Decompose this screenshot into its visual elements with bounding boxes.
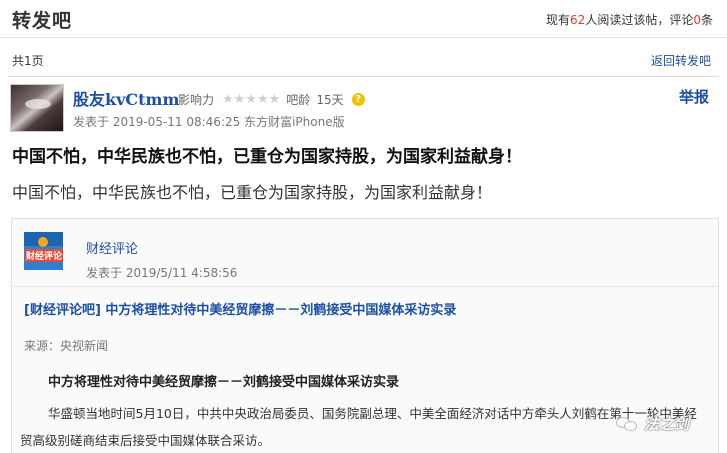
article-body: 华盛顿当地时间5月10日，中共中央政治局委员、国务院副总理、中美全面经济对话中方… [20, 406, 697, 448]
reader-info: 现有62人阅读过该帖，评论0条 [546, 11, 713, 28]
logo-text: 财经评论 [25, 249, 63, 262]
page-count: 共1页 [12, 54, 44, 68]
forum-title: 转发吧 [12, 10, 73, 32]
quoted-post: 财经评论 财经评论 发表于 2019/5/11 4:58:56 [财经评论吧] … [11, 218, 719, 453]
post-meta: 发表于 2019-05-11 08:46:25 东方财富iPhone版 [73, 115, 345, 129]
back-to-forum-link[interactable]: 返回转发吧 [651, 52, 711, 69]
wechat-icon [616, 415, 638, 433]
user-stats: 影响力 ★★★★★ 吧龄 15天 ? [178, 91, 365, 108]
influence-stars: ★★★★★ [222, 92, 281, 107]
logo-dot [38, 237, 48, 247]
quote-source: 来源：央视新闻 [24, 339, 109, 353]
quote-logo[interactable]: 财经评论 [24, 232, 63, 270]
help-icon[interactable]: ? [351, 93, 365, 106]
quote-time: 发表于 2019/5/11 4:58:56 [86, 266, 238, 280]
readers-mid: 人阅读过该帖，评论 [585, 13, 694, 27]
article-title: 中方将理性对待中美经贸摩擦－－刘鹤接受中国媒体采访实录 [48, 375, 400, 390]
post-title: 中国不怕，中华民族也不怕，已重仓为国家持股，为国家利益献身！ [12, 147, 522, 167]
username-link[interactable]: 股友kvCtmm [73, 86, 179, 110]
comments-count: 0 [693, 13, 701, 27]
readers-count: 62 [570, 13, 586, 27]
age-value: 15天 [316, 93, 344, 107]
post-body: 中国不怕，中华民族也不怕，已重仓为国家持股，为国家利益献身！ [12, 183, 493, 202]
quote-headline-link[interactable]: [财经评论吧] 中方将理性对待中美经贸摩擦－－刘鹤接受中国媒体采访实录 [24, 299, 456, 318]
avatar[interactable] [10, 84, 64, 132]
comments-suffix: 条 [700, 13, 713, 27]
post-divider [8, 76, 719, 77]
report-link[interactable]: 举报 [679, 86, 709, 107]
watermark-text: 法之剑 [644, 415, 690, 433]
quote-divider [12, 286, 718, 287]
pager-row: 共1页 返回转发吧 [0, 52, 727, 70]
watermark: 法之剑 [616, 413, 689, 434]
top-bar: 转发吧 现有62人阅读过该帖，评论0条 [0, 0, 727, 38]
readers-prefix: 现有 [546, 13, 571, 27]
influence-label: 影响力 [178, 93, 215, 107]
quote-author-link[interactable]: 财经评论 [86, 238, 138, 257]
age-label: 吧龄 [286, 93, 311, 107]
